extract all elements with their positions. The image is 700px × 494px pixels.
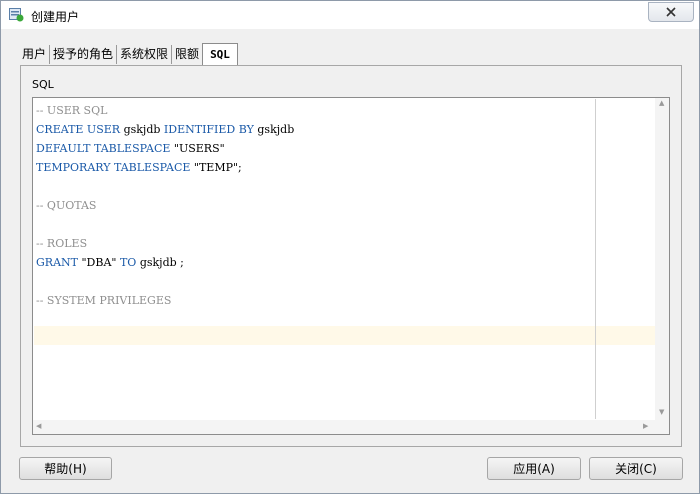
tab-system-privileges[interactable]: 系统权限 (117, 45, 173, 64)
title-bar: 创建用户 (1, 1, 699, 29)
code-line: CREATE USER gskjdb IDENTIFIED BY gskjdb (36, 120, 294, 139)
scroll-right-icon[interactable]: ▶ (643, 422, 648, 430)
vertical-scrollbar[interactable]: ▲ ▼ (655, 98, 669, 420)
code-line: -- ROLES (36, 234, 294, 253)
sql-text: "USERS" (173, 142, 225, 155)
create-user-dialog: 创建用户 用户 授予的角色 系统权限 限额 SQL SQL -- USER SQ… (0, 0, 700, 494)
code-line: -- SYSTEM PRIVILEGES (36, 291, 294, 310)
sql-text: gskjdb (123, 123, 164, 136)
sql-text: gskjdb ; (139, 256, 184, 269)
sql-label: SQL (32, 78, 54, 91)
code-line: TEMPORARY TABLESPACE "TEMP"; (36, 158, 294, 177)
sql-editor[interactable]: -- USER SQL CREATE USER gskjdb IDENTIFIED… (32, 97, 670, 435)
sql-keyword: DEFAULT TABLESPACE (36, 142, 174, 155)
sql-keyword: TEMPORARY TABLESPACE (36, 161, 194, 174)
sql-text: "DBA" (81, 256, 120, 269)
sql-keyword: CREATE USER (36, 123, 124, 136)
scroll-corner (655, 420, 669, 434)
right-margin-line (595, 99, 596, 419)
sql-keyword: TO (119, 256, 140, 269)
horizontal-scrollbar[interactable]: ◀ ▶ (33, 420, 655, 434)
close-button[interactable]: 关闭(C) (589, 457, 683, 480)
tab-granted-roles[interactable]: 授予的角色 (50, 45, 118, 64)
code-line: -- QUOTAS (36, 196, 294, 215)
sql-keyword: GRANT (36, 256, 82, 269)
tab-user[interactable]: 用户 (19, 45, 51, 64)
scroll-down-icon[interactable]: ▼ (659, 408, 664, 416)
sql-keyword: IDENTIFIED BY (163, 123, 258, 136)
close-icon (666, 7, 676, 17)
code-line: DEFAULT TABLESPACE "USERS" (36, 139, 294, 158)
sql-comment: -- QUOTAS (36, 199, 97, 212)
window-title: 创建用户 (31, 10, 80, 24)
scroll-up-icon[interactable]: ▲ (659, 99, 664, 107)
tab-sql[interactable]: SQL (202, 43, 238, 66)
sql-comment: -- ROLES (36, 237, 88, 250)
sql-comment: -- USER SQL (36, 104, 108, 117)
current-line-highlight (34, 326, 655, 345)
sql-panel: SQL -- USER SQL CREATE USER gskjdb IDENTI… (20, 65, 682, 447)
sql-text: gskjdb (257, 123, 295, 136)
sql-code: -- USER SQL CREATE USER gskjdb IDENTIFIED… (36, 101, 294, 310)
scroll-left-icon[interactable]: ◀ (36, 422, 41, 430)
tab-quotas[interactable]: 限额 (172, 45, 202, 64)
close-window-button[interactable] (648, 2, 694, 22)
app-icon (9, 7, 24, 22)
code-line: -- USER SQL (36, 101, 294, 120)
sql-comment: -- SYSTEM PRIVILEGES (36, 294, 172, 307)
sql-text: "TEMP"; (193, 161, 242, 174)
apply-button[interactable]: 应用(A) (487, 457, 581, 480)
tab-bar: 用户 授予的角色 系统权限 限额 SQL (19, 43, 238, 66)
help-button[interactable]: 帮助(H) (19, 457, 112, 480)
code-line: GRANT "DBA" TO gskjdb ; (36, 253, 294, 272)
